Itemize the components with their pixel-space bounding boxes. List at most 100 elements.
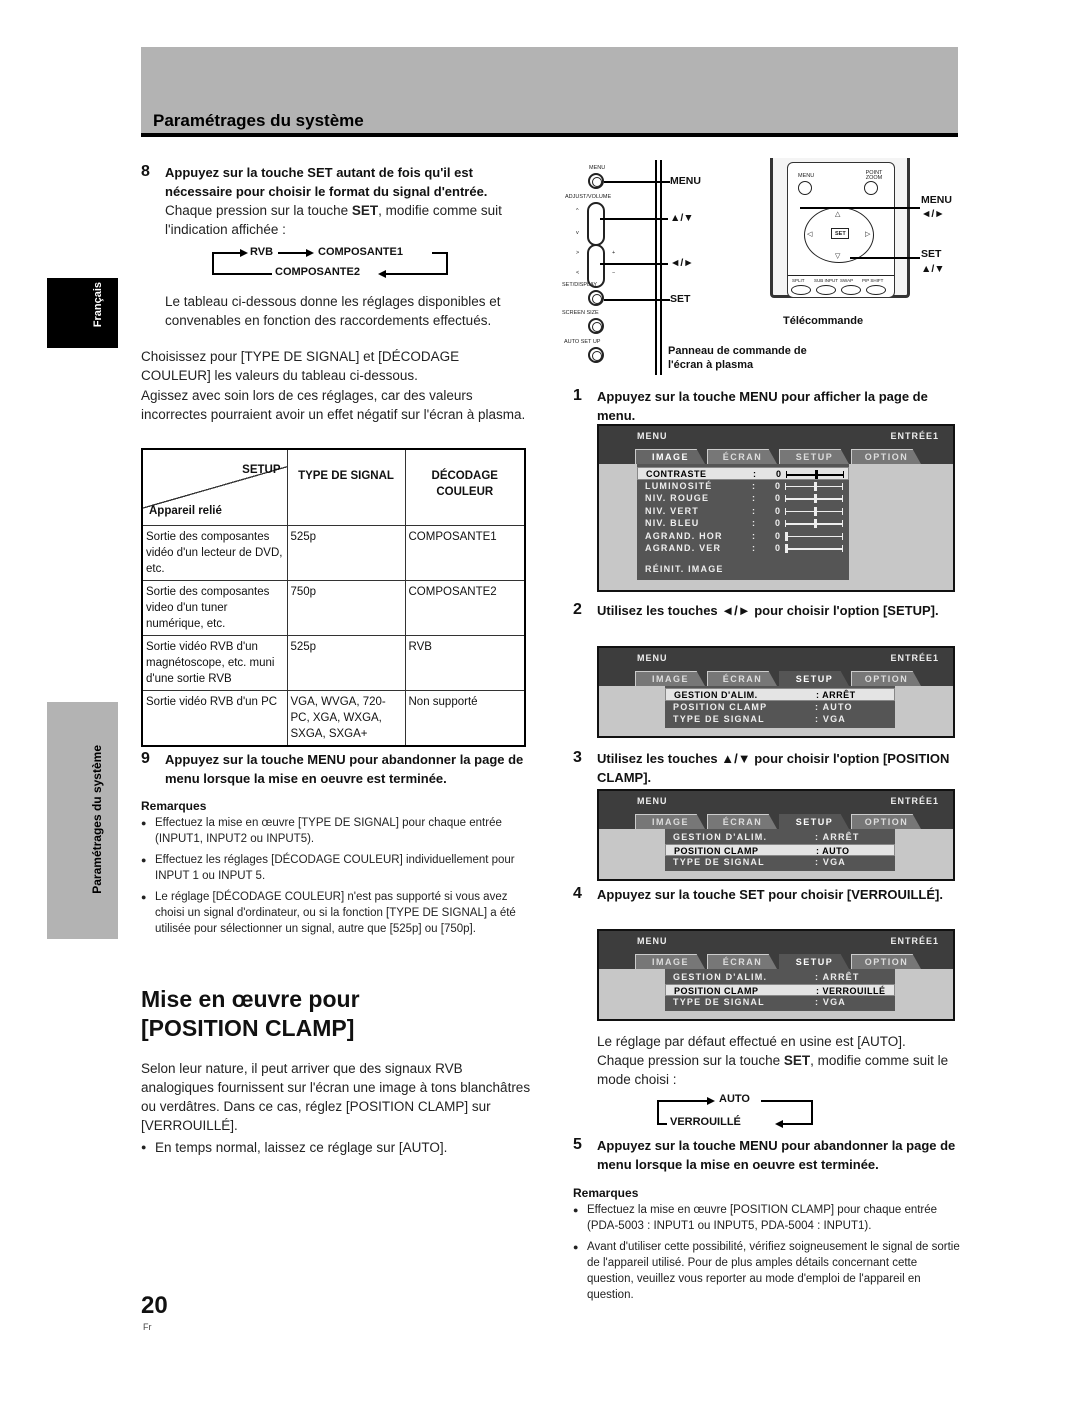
- osd-slider[interactable]: [785, 544, 843, 553]
- tab-image[interactable]: IMAGE: [635, 954, 705, 969]
- step-5: 5 Appuyez sur la touche MENU pour abando…: [573, 1136, 956, 1172]
- osd-colon: :: [752, 493, 757, 503]
- osd-item-label: LUMINOSITÉ: [645, 480, 713, 491]
- table-row: Sortie des composantes vidéo d'un lecteu…: [141, 524, 526, 581]
- osd-slider[interactable]: [786, 470, 844, 479]
- osd-item-label: TYPE DE SIGNAL: [673, 997, 765, 1007]
- osd-menu-item[interactable]: NIV. BLEU: 0: [637, 517, 849, 530]
- osd-slider[interactable]: [785, 481, 843, 491]
- osd-menu-item[interactable]: CONTRASTE:0: [637, 467, 849, 480]
- osd-item-label: AGRAND. HOR: [645, 530, 723, 541]
- osd-menu-item[interactable]: GESTION D'ALIM. : ARRÊT: [665, 971, 895, 984]
- tab-option[interactable]: OPTION: [851, 814, 921, 829]
- language-tab-label: Français: [92, 282, 104, 328]
- osd-menu-item[interactable]: TYPE DE SIGNAL: VGA: [665, 856, 895, 869]
- osd-menu-item[interactable]: GESTION D'ALIM.: ARRÊT: [665, 831, 895, 844]
- callout-menu: MENU: [670, 175, 701, 187]
- osd-slider-knob[interactable]: [785, 544, 788, 553]
- header-color: DÉCODAGE COULEUR: [404, 448, 526, 526]
- osd-menu-item[interactable]: LUMINOSITÉ: 0: [637, 480, 849, 493]
- tab-setup[interactable]: SETUP: [779, 814, 849, 829]
- osd-slider[interactable]: [785, 506, 843, 516]
- osd-menu-item[interactable]: AGRAND. VER: 0: [637, 542, 849, 555]
- osd-menu-item[interactable]: TYPE DE SIGNAL: VGA: [665, 996, 895, 1009]
- header-setup: SETUP: [242, 464, 281, 476]
- osd-menu-item[interactable]: NIV. ROUGE: 0: [637, 492, 849, 505]
- signal-format-cycle: RVB COMPOSANTE1 COMPOSANTE2: [212, 246, 452, 280]
- table-row: Sortie des composantes video d'un tuner …: [141, 579, 526, 636]
- tab-setup[interactable]: SETUP: [779, 671, 849, 686]
- osd-reset-image[interactable]: RÉINIT. IMAGE: [637, 563, 849, 576]
- remote-caption: Télécommande: [783, 315, 864, 327]
- osd-item-value: 0: [775, 518, 782, 528]
- tab-image[interactable]: IMAGE: [635, 671, 705, 686]
- osd-slider[interactable]: [785, 519, 843, 528]
- remarks-right: Remarques Effectuez la mise en œuvre [PO…: [573, 1186, 963, 1308]
- language-tab: Français: [47, 278, 118, 348]
- osd-slider-knob[interactable]: [814, 506, 817, 516]
- remark-item: Avant d'utiliser cette possibilité, véri…: [573, 1239, 963, 1303]
- osd-menu-item[interactable]: POSITION CLAMP: VERROUILLÉ: [665, 983, 895, 996]
- osd-slider-knob[interactable]: [815, 470, 818, 479]
- osd-slider-knob[interactable]: [814, 519, 817, 528]
- setup-table: SETUP Appareil relié TYPE DE SIGNAL DÉCO…: [141, 448, 526, 747]
- setup-settings-panel: GESTION D'ALIM.: ARRÊT POSITION CLAMP : AU…: [665, 686, 895, 728]
- remote-control-diagram: MENU POINT ZOOM △ ▽ ◁ ▷ SET SPLIT SUB IN…: [770, 158, 910, 298]
- header-device: Appareil relié: [149, 504, 222, 517]
- osd-input-label: ENTRÉE1: [890, 936, 939, 946]
- step-2: 2 Utilisez les touches ◄/► pour choisir …: [573, 601, 939, 618]
- osd-menu-item[interactable]: GESTION D'ALIM.: ARRÊT: [665, 688, 895, 701]
- osd-slider[interactable]: [785, 494, 843, 503]
- section-title: Paramétrages du système: [153, 111, 364, 130]
- osd-menu-item[interactable]: TYPE DE SIGNAL: VGA: [665, 713, 895, 726]
- table-header-diagonal: SETUP Appareil relié: [141, 448, 288, 526]
- auto-setup-button: [588, 347, 604, 363]
- osd-slider-knob[interactable]: [814, 494, 817, 503]
- osd-slider-knob[interactable]: [814, 481, 817, 491]
- tab-image[interactable]: IMAGE: [635, 449, 705, 464]
- tab-ecran[interactable]: ÉCRAN: [707, 671, 777, 686]
- osd-item-label: GESTION D'ALIM.: [673, 972, 768, 982]
- osd-menu-item[interactable]: POSITION CLAMP : AUTO: [665, 701, 895, 714]
- table-row: Sortie vidéo RVB d'un PC VGA, WVGA, 720-…: [141, 689, 526, 746]
- osd-item-value: 0: [775, 543, 782, 553]
- control-panel-diagram: MENU ADJUST/VOLUME ^ v > < + − SET/DISPL…: [560, 160, 807, 375]
- osd-colon: :: [752, 543, 757, 553]
- osd-setup-menu-3: MENU ENTRÉE1 IMAGE ÉCRAN SETUP OPTION GESTION …: [597, 929, 955, 1021]
- table-row: Sortie vidéo RVB d'un magnétoscope, etc.…: [141, 634, 526, 691]
- osd-input-label: ENTRÉE1: [890, 796, 939, 806]
- header-rule: [141, 133, 958, 137]
- remark-item: Effectuez les réglages [DÉCODAGE COULEUR…: [141, 852, 531, 884]
- osd-item-value: 0: [775, 493, 782, 503]
- image-settings-panel: CONTRASTE:0 LUMINOSITÉ:0 NIV. ROUGE:0 NIV. …: [637, 464, 849, 580]
- header-signal: TYPE DE SIGNAL: [286, 448, 406, 526]
- osd-slider[interactable]: [785, 531, 843, 541]
- osd-image-menu: MENU ENTRÉE1 IMAGE ÉCRAN SETUP OPTION CON…: [597, 424, 955, 592]
- tab-setup[interactable]: SETUP: [779, 954, 849, 969]
- adjust-rocker-updown: [587, 202, 605, 246]
- page-language-code: Fr: [143, 1322, 152, 1332]
- osd-item-value: : ARRÊT: [815, 972, 860, 982]
- cycle-composante2: COMPOSANTE2: [275, 266, 360, 278]
- tab-setup[interactable]: SETUP: [779, 449, 849, 464]
- osd-menu-label: MENU: [637, 653, 668, 663]
- page-title: Mise en œuvre pour [POSITION CLAMP]: [141, 986, 360, 1041]
- osd-menu-item[interactable]: AGRAND. HOR: 0: [637, 530, 849, 543]
- osd-slider-knob[interactable]: [785, 531, 788, 541]
- osd-item-label: POSITION CLAMP: [673, 701, 768, 712]
- tab-option[interactable]: OPTION: [851, 671, 921, 686]
- tab-option[interactable]: OPTION: [851, 449, 921, 464]
- tab-option[interactable]: OPTION: [851, 954, 921, 969]
- step-8: 8 Appuyez sur la touche SET autant de fo…: [141, 163, 536, 239]
- tab-ecran[interactable]: ÉCRAN: [707, 449, 777, 464]
- osd-colon: :: [752, 480, 757, 491]
- osd-menu-item[interactable]: POSITION CLAMP: AUTO: [665, 843, 895, 856]
- table-header-row: SETUP Appareil relié TYPE DE SIGNAL DÉCO…: [141, 448, 526, 526]
- osd-item-label: GESTION D'ALIM.: [674, 690, 758, 700]
- set-note: Chaque pression sur la touche SET, modif…: [597, 1053, 949, 1087]
- tab-ecran[interactable]: ÉCRAN: [707, 954, 777, 969]
- osd-item-value: : AUTO: [815, 701, 853, 712]
- tab-image[interactable]: IMAGE: [635, 814, 705, 829]
- tab-ecran[interactable]: ÉCRAN: [707, 814, 777, 829]
- osd-menu-item[interactable]: NIV. VERT: 0: [637, 505, 849, 518]
